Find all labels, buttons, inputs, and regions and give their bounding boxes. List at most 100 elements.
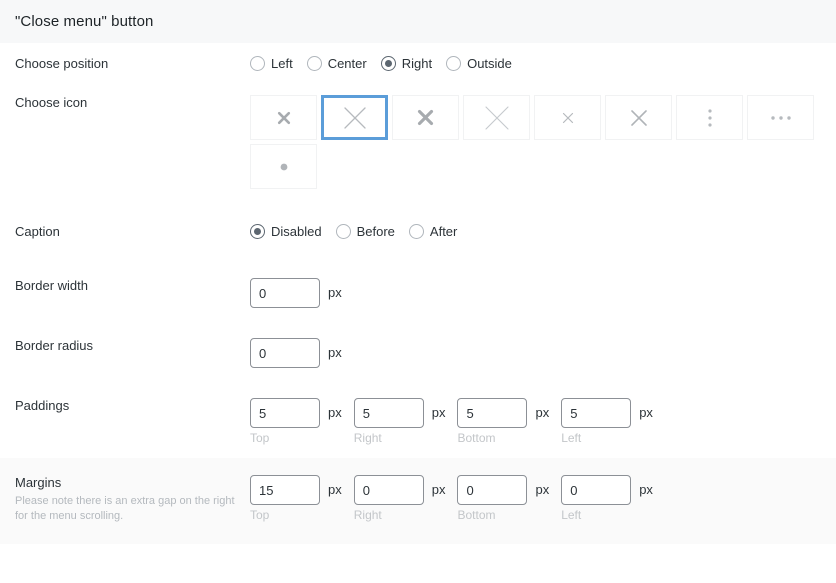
close-x-thin-large-icon (343, 106, 366, 129)
row-choose-position: Choose position Left Center Right Outsid… (0, 43, 836, 83)
icon-option-close-x-thin-medium[interactable] (605, 95, 672, 140)
unit-label: px (328, 405, 342, 420)
icon-option-horizontal-ellipsis[interactable] (747, 95, 814, 140)
padding-bottom-sublabel: Bottom (457, 431, 496, 445)
row-caption: Caption Disabled Before After (0, 201, 836, 251)
icon-option-close-x-bold-medium[interactable] (392, 95, 459, 140)
radio-mark-icon (408, 224, 424, 239)
close-x-thin-xlarge-icon (484, 105, 509, 130)
padding-right-col: Right (353, 398, 424, 445)
single-dot-icon (280, 163, 287, 170)
close-x-thin-small-icon (562, 112, 573, 123)
margin-left-field-block: Left px (561, 475, 653, 522)
padding-left-input[interactable] (561, 398, 632, 428)
border-radius-field-block: px (250, 338, 342, 368)
label-paddings: Paddings (15, 398, 70, 413)
radio-caption-after[interactable]: After (408, 224, 458, 239)
padding-left-field-block: Left px (561, 398, 653, 445)
row-label-caption: Caption (15, 224, 250, 240)
radio-mark-icon (250, 56, 265, 71)
padding-top-sublabel: Top (250, 431, 270, 445)
radio-label: Left (271, 56, 293, 71)
border-radius-input[interactable] (250, 338, 320, 368)
close-x-thin-medium-icon (630, 109, 647, 126)
label-border-radius: Border radius (15, 338, 94, 353)
radio-caption-before[interactable]: Before (335, 224, 395, 239)
row-label-margins: Margins Please note there is an extra ga… (15, 475, 250, 524)
margin-bottom-sublabel: Bottom (457, 508, 496, 522)
border-width-input[interactable] (250, 278, 320, 308)
radio-mark-selected-icon (380, 56, 396, 71)
margin-right-col: Right (353, 475, 424, 522)
unit-label: px (639, 482, 653, 497)
row-label-choose-icon: Choose icon (15, 95, 250, 111)
icon-option-close-x-thin-small[interactable] (534, 95, 601, 140)
padding-right-sublabel: Right (353, 431, 382, 445)
label-caption: Caption (15, 224, 60, 239)
panel-header: "Close menu" button (0, 0, 836, 43)
radio-position-right[interactable]: Right (380, 56, 432, 71)
padding-top-input[interactable] (250, 398, 320, 428)
border-width-field-block: px (250, 278, 342, 308)
row-control-choose-position: Left Center Right Outside (250, 56, 821, 71)
radio-position-outside[interactable]: Outside (446, 56, 512, 71)
kebab-vertical-dots-icon (707, 108, 712, 127)
margin-bottom-col: Bottom (457, 475, 528, 522)
radio-label: Center (327, 56, 367, 71)
radio-label: After (429, 224, 458, 239)
margin-top-input[interactable] (250, 475, 320, 505)
icon-option-close-x-bold-small[interactable] (250, 95, 317, 140)
row-border-width: Border width px (0, 251, 836, 308)
radio-mark-icon (306, 56, 322, 71)
margin-bottom-field-block: Bottom px (457, 475, 549, 522)
position-radio-group: Left Center Right Outside (250, 56, 512, 71)
radio-label: Before (356, 224, 395, 239)
icon-option-kebab-vertical-dots[interactable] (676, 95, 743, 140)
padding-top-col: Top (250, 398, 320, 445)
unit-label: px (431, 405, 446, 420)
padding-right-field-block: Right px (353, 398, 446, 445)
radio-mark-icon (335, 224, 351, 239)
row-label-choose-position: Choose position (15, 56, 250, 72)
close-x-bold-medium-icon (417, 109, 434, 126)
close-menu-button-settings-panel: "Close menu" button Choose position Left… (0, 0, 836, 583)
unit-label: px (639, 405, 653, 420)
margin-bottom-input[interactable] (457, 475, 528, 505)
padding-right-input[interactable] (353, 398, 424, 428)
unit-label: px (328, 285, 342, 300)
row-label-paddings: Paddings (15, 398, 250, 414)
radio-caption-disabled[interactable]: Disabled (250, 224, 322, 239)
unit-label: px (431, 482, 446, 497)
label-choose-position: Choose position (15, 56, 109, 71)
padding-bottom-field-block: Bottom px (457, 398, 549, 445)
icon-option-close-x-thin-large[interactable] (321, 95, 388, 140)
row-control-border-width: px (250, 278, 821, 308)
row-label-border-width: Border width (15, 278, 250, 294)
row-choose-icon: Choose icon (0, 83, 836, 201)
padding-bottom-input[interactable] (457, 398, 528, 428)
margin-top-field-block: Top px (250, 475, 342, 522)
padding-left-col: Left (561, 398, 632, 445)
margin-right-input[interactable] (353, 475, 424, 505)
row-control-caption: Disabled Before After (250, 224, 821, 239)
icon-option-single-dot[interactable] (250, 144, 317, 189)
margin-top-col: Top (250, 475, 320, 522)
close-x-bold-small-icon (277, 111, 290, 124)
radio-mark-icon (446, 56, 462, 71)
row-border-radius: Border radius px (0, 308, 836, 368)
margin-left-sublabel: Left (561, 508, 582, 522)
margin-left-input[interactable] (561, 475, 632, 505)
radio-position-center[interactable]: Center (306, 56, 367, 71)
padding-bottom-col: Bottom (457, 398, 528, 445)
margins-hint-text: Please note there is an extra gap on the… (15, 495, 235, 522)
padding-top-field-block: Top px (250, 398, 342, 445)
label-margins: Margins (15, 475, 62, 490)
row-control-border-radius: px (250, 338, 821, 368)
radio-position-left[interactable]: Left (250, 56, 293, 71)
padding-left-sublabel: Left (561, 431, 582, 445)
unit-label: px (328, 345, 342, 360)
icon-option-close-x-thin-xlarge[interactable] (463, 95, 530, 140)
page-title: "Close menu" button (15, 13, 154, 30)
unit-label: px (535, 482, 550, 497)
row-label-border-radius: Border radius (15, 338, 250, 354)
